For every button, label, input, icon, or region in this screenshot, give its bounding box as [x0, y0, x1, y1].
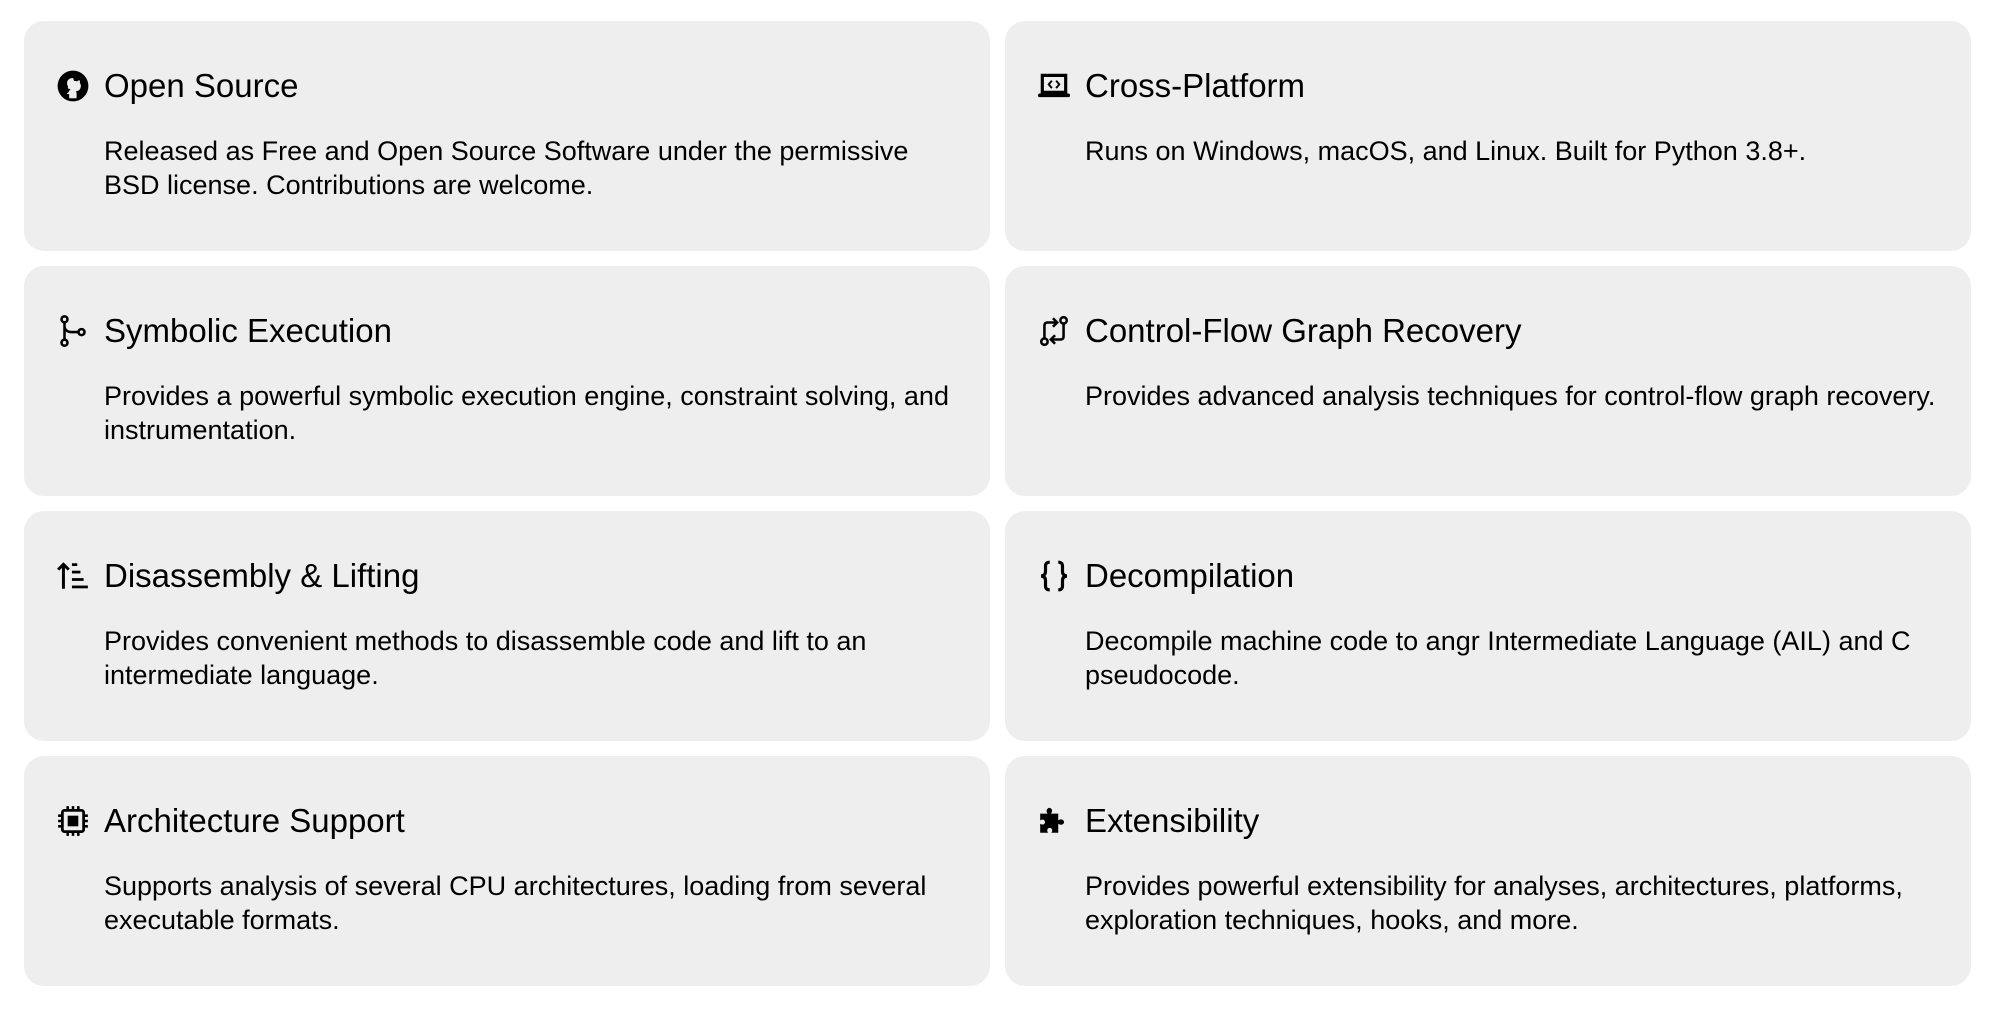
feature-card-control-flow-graph-recovery: Control-Flow Graph Recovery Provides adv…: [1005, 266, 1971, 496]
code-branch-icon: [56, 314, 90, 348]
feature-card-description: Decompile machine code to angr Intermedi…: [1085, 626, 1911, 690]
feature-card-cross-platform: Cross-Platform Runs on Windows, macOS, a…: [1005, 21, 1971, 251]
feature-card-header: Disassembly & Lifting: [56, 554, 968, 598]
feature-card-description: Runs on Windows, macOS, and Linux. Built…: [1085, 136, 1807, 166]
feature-card-disassembly-lifting: Disassembly & Lifting Provides convenien…: [24, 511, 990, 741]
feature-grid: Open Source Released as Free and Open So…: [24, 21, 1971, 986]
feature-card-description: Supports analysis of several CPU archite…: [104, 871, 927, 935]
feature-card-header: Cross-Platform: [1037, 64, 1949, 108]
feature-card-description: Provides powerful extensibility for anal…: [1085, 871, 1903, 935]
feature-card-title: Extensibility: [1085, 802, 1260, 839]
git-compare-icon: [1037, 314, 1071, 348]
cpu-chip-icon: [56, 804, 90, 838]
laptop-code-icon: [1037, 69, 1071, 103]
feature-card-description: Provides advanced analysis techniques fo…: [1085, 381, 1936, 411]
feature-card-architecture-support: Architecture Support Supports analysis o…: [24, 756, 990, 986]
github-icon: [56, 69, 90, 103]
feature-card-header: Architecture Support: [56, 799, 968, 843]
feature-card-description: Provides a powerful symbolic execution e…: [104, 381, 949, 445]
feature-card-symbolic-execution: Symbolic Execution Provides a powerful s…: [24, 266, 990, 496]
feature-card-header: Control-Flow Graph Recovery: [1037, 309, 1949, 353]
curly-braces-icon: [1037, 559, 1071, 593]
puzzle-piece-icon: [1037, 804, 1071, 838]
feature-card-title: Symbolic Execution: [104, 312, 392, 349]
feature-card-title: Architecture Support: [104, 802, 405, 839]
feature-card-header: Decompilation: [1037, 554, 1949, 598]
feature-card-title: Decompilation: [1085, 557, 1295, 594]
feature-card-header: Extensibility: [1037, 799, 1949, 843]
sort-arrow-up-list-icon: [56, 559, 90, 593]
feature-card-title: Disassembly & Lifting: [104, 557, 420, 594]
feature-card-title: Open Source: [104, 67, 299, 104]
feature-card-title: Control-Flow Graph Recovery: [1085, 312, 1522, 349]
feature-card-decompilation: Decompilation Decompile machine code to …: [1005, 511, 1971, 741]
feature-card-description: Provides convenient methods to disassemb…: [104, 626, 867, 690]
feature-card-header: Symbolic Execution: [56, 309, 968, 353]
feature-card-extensibility: Extensibility Provides powerful extensib…: [1005, 756, 1971, 986]
feature-card-description: Released as Free and Open Source Softwar…: [104, 136, 909, 200]
feature-card-open-source: Open Source Released as Free and Open So…: [24, 21, 990, 251]
feature-card-header: Open Source: [56, 64, 968, 108]
feature-card-title: Cross-Platform: [1085, 67, 1306, 104]
